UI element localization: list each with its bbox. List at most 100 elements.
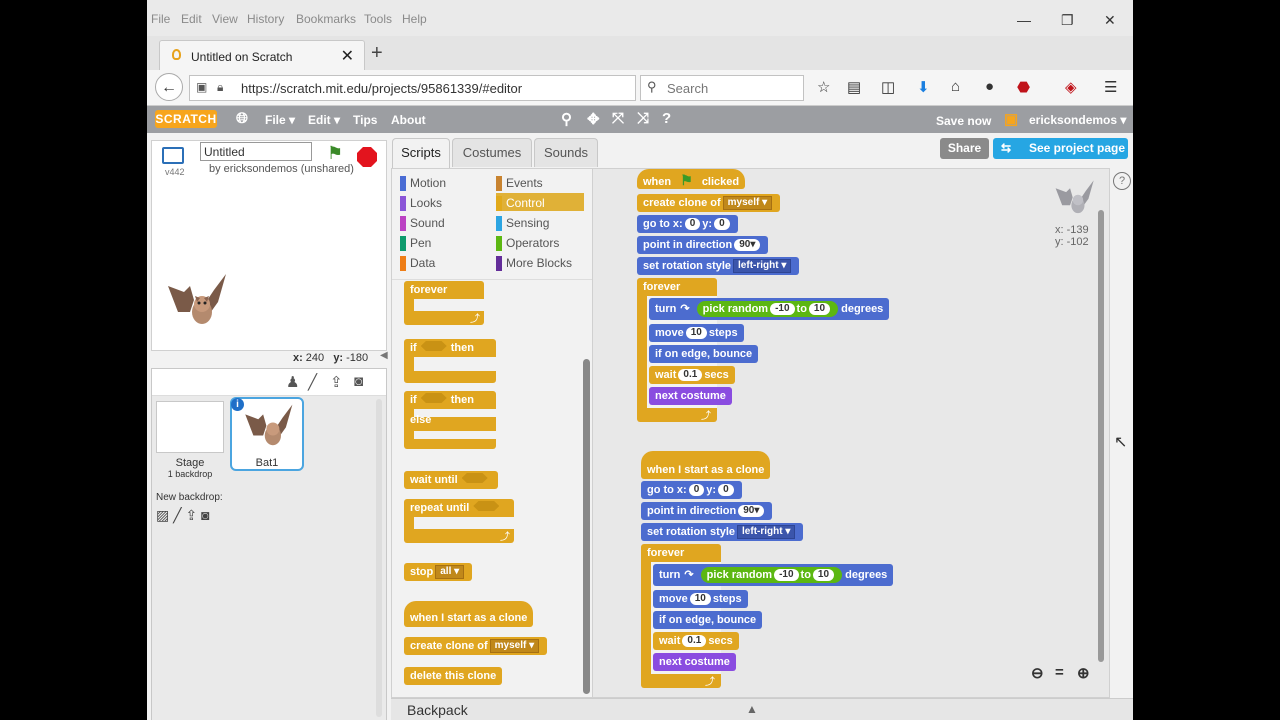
sprite-library-icon[interactable]: ♟: [286, 373, 299, 391]
category-sensing[interactable]: Sensing: [496, 213, 584, 231]
reading-list-icon[interactable]: ▤: [847, 78, 861, 96]
page-info-icon[interactable]: ▣: [196, 80, 207, 94]
zoom-out-icon[interactable]: ⊖: [1031, 664, 1044, 682]
category-sound[interactable]: Sound: [400, 213, 490, 231]
category-more-blocks[interactable]: More Blocks: [496, 253, 584, 271]
browser-tab[interactable]: Untitled on Scratch ✕: [159, 40, 365, 71]
camera-backdrop-icon[interactable]: ◙: [201, 507, 209, 523]
see-project-page-button[interactable]: ⇆ See project page: [993, 138, 1128, 159]
palette-forever-block[interactable]: forever ⤴: [404, 281, 484, 325]
cut-icon[interactable]: ✥: [587, 110, 600, 128]
share-button[interactable]: Share: [940, 138, 989, 159]
turn-random-block[interactable]: turn ↷ pick random -10 to 10 degrees: [649, 298, 890, 320]
hamburger-menu-icon[interactable]: ☰: [1104, 78, 1117, 96]
next-costume-block[interactable]: next costume: [653, 653, 736, 671]
close-tab-icon[interactable]: ✕: [341, 46, 354, 66]
paint-sprite-icon[interactable]: ╱: [308, 373, 317, 391]
camera-sprite-icon[interactable]: ◙: [354, 373, 363, 390]
menu-bookmarks[interactable]: Bookmarks: [296, 12, 356, 26]
username-menu[interactable]: ericksondemos ▾: [1029, 113, 1126, 127]
when-clone-hat[interactable]: when I start as a clone: [641, 451, 771, 479]
backdrop-library-icon[interactable]: ▨: [156, 507, 169, 523]
wait-secs-block[interactable]: wait 0.1 secs: [649, 366, 735, 384]
help-icon[interactable]: ?: [1113, 172, 1131, 190]
pocket-icon[interactable]: ◫: [881, 78, 895, 96]
search-input[interactable]: ⚲ Search: [640, 75, 804, 101]
create-clone-block[interactable]: create clone of myself ▾: [637, 194, 781, 212]
bat-sprite[interactable]: [164, 272, 228, 336]
next-costume-block[interactable]: next costume: [649, 387, 732, 405]
project-title-input[interactable]: Untitled: [200, 142, 312, 161]
menu-file[interactable]: File: [151, 12, 170, 26]
category-data[interactable]: Data: [400, 253, 490, 271]
backpack-bar[interactable]: Backpack ▲: [391, 698, 1133, 720]
move-steps-block[interactable]: move 10 steps: [649, 324, 744, 342]
category-pen[interactable]: Pen: [400, 233, 490, 251]
paint-backdrop-icon[interactable]: ╱: [173, 507, 181, 523]
duplicate-stamp-icon[interactable]: ⚲: [561, 110, 572, 128]
category-operators[interactable]: Operators: [496, 233, 584, 251]
rotation-style-block[interactable]: set rotation style left-right ▾: [641, 523, 804, 541]
shrink-icon[interactable]: ⤨: [637, 110, 649, 127]
bookmark-star-icon[interactable]: ☆: [817, 78, 830, 96]
palette-if-else-block[interactable]: if then else: [404, 391, 496, 449]
stage-thumbnail[interactable]: [156, 401, 224, 453]
palette-delete-clone-block[interactable]: delete this clone: [404, 667, 503, 685]
menu-edit[interactable]: Edit: [181, 12, 202, 26]
extension-icon[interactable]: ◈: [1065, 78, 1077, 96]
stage-canvas[interactable]: [151, 176, 387, 351]
turn-random-block[interactable]: turn ↷ pick random -10 to 10 degrees: [653, 564, 894, 586]
scripts-scrollbar[interactable]: [1098, 210, 1104, 662]
category-events[interactable]: Events: [496, 173, 584, 191]
tab-sounds[interactable]: Sounds: [534, 138, 598, 167]
category-motion[interactable]: Motion: [400, 173, 490, 191]
upload-backdrop-icon[interactable]: ⇪: [185, 507, 197, 523]
point-direction-block[interactable]: point in direction 90▾: [641, 502, 773, 520]
move-steps-block[interactable]: move 10 steps: [653, 590, 748, 608]
point-direction-block[interactable]: point in direction 90▾: [637, 236, 769, 254]
palette-wait-until-block[interactable]: wait until: [404, 471, 498, 489]
save-now-link[interactable]: Save now: [936, 114, 991, 128]
file-menu[interactable]: File ▾: [265, 113, 295, 127]
tab-costumes[interactable]: Costumes: [452, 138, 532, 167]
adblock-icon[interactable]: ⬣: [1017, 78, 1030, 96]
globe-icon[interactable]: 🌐︎: [236, 110, 248, 127]
menu-history[interactable]: History: [247, 12, 284, 26]
url-bar[interactable]: ▣ 🔒︎ https://scratch.mit.edu/projects/95…: [189, 75, 661, 101]
wait-secs-block[interactable]: wait 0.1 secs: [653, 632, 739, 650]
expand-arrow-icon[interactable]: ▲: [746, 702, 758, 716]
category-control[interactable]: Control: [496, 193, 584, 211]
go-to-xy-block[interactable]: go to x: 0 y: 0: [641, 481, 742, 499]
palette-create-clone-block[interactable]: create clone of myself ▾: [404, 637, 548, 655]
grow-icon[interactable]: ⤧: [612, 110, 624, 127]
close-window-icon[interactable]: ✕: [1104, 12, 1116, 29]
menu-tools[interactable]: Tools: [364, 12, 392, 26]
collapse-stage-icon[interactable]: ◀: [380, 350, 388, 361]
bounce-block[interactable]: if on edge, bounce: [649, 345, 759, 363]
about-link[interactable]: About: [391, 113, 426, 127]
menu-view[interactable]: View: [212, 12, 238, 26]
edit-menu[interactable]: Edit ▾: [308, 113, 340, 127]
palette-stop-block[interactable]: stop all ▾: [404, 563, 473, 581]
download-icon[interactable]: ⬇: [917, 78, 930, 96]
palette-scrollbar[interactable]: [583, 359, 590, 694]
home-icon[interactable]: ⌂: [951, 78, 960, 95]
zoom-reset-icon[interactable]: =: [1055, 664, 1064, 681]
scratch-logo[interactable]: SCRATCH: [155, 110, 217, 128]
menu-help[interactable]: Help: [402, 12, 427, 26]
palette-when-clone-hat[interactable]: when I start as a clone: [404, 601, 534, 627]
scripts-area[interactable]: when ⚑ clicked create clone of myself ▾ g…: [592, 168, 1110, 698]
help-block-icon[interactable]: ?: [662, 110, 671, 127]
bounce-block[interactable]: if on edge, bounce: [653, 611, 763, 629]
green-flag-icon[interactable]: ⚑: [327, 143, 343, 164]
when-flag-clicked-hat[interactable]: when ⚑ clicked: [637, 169, 746, 189]
stop-sign-icon[interactable]: [357, 147, 377, 167]
minimize-icon[interactable]: —: [1017, 12, 1031, 28]
zoom-in-icon[interactable]: ⊕: [1077, 664, 1090, 682]
palette-if-then-block[interactable]: if then: [404, 339, 496, 383]
back-arrow-icon[interactable]: ←: [155, 73, 183, 101]
sprite-scrollbar[interactable]: [376, 399, 382, 717]
rotation-style-block[interactable]: set rotation style left-right ▾: [637, 257, 800, 275]
go-to-xy-block[interactable]: go to x: 0 y: 0: [637, 215, 738, 233]
palette-repeat-until-block[interactable]: repeat until ⤴: [404, 499, 514, 543]
